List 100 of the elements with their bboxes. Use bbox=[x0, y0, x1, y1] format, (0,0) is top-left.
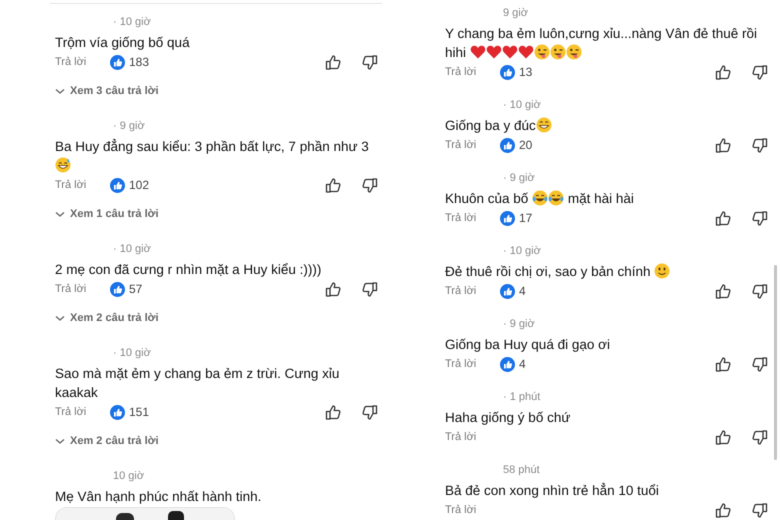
like-count: 4 bbox=[519, 356, 526, 373]
wink-emoji-icon bbox=[550, 44, 566, 60]
comment-time: · 9 giờ bbox=[503, 317, 535, 332]
thumbs-down-icon bbox=[361, 404, 378, 420]
comment-time: 58 phút bbox=[503, 463, 540, 478]
like-count: 20 bbox=[519, 137, 532, 154]
comment-text: Ba Huy đẳng sau kiểu: 3 phần bất lực, 7 phần như 3 bbox=[55, 137, 378, 175]
reply-link[interactable]: Trả lời bbox=[445, 428, 500, 446]
comment-time: · 10 giờ bbox=[503, 244, 541, 259]
like-reaction-icon bbox=[500, 64, 515, 80]
thumbs-up-icon bbox=[715, 282, 732, 300]
dislike-button[interactable] bbox=[361, 54, 378, 70]
reply-link[interactable]: Trả lời bbox=[445, 64, 500, 80]
smile-emoji-icon bbox=[654, 263, 670, 279]
like-reaction-icon bbox=[500, 284, 515, 298]
like-button[interactable] bbox=[325, 404, 342, 420]
like-count: 183 bbox=[129, 54, 150, 71]
like-reaction-icon bbox=[110, 404, 125, 420]
wink-emoji-icon bbox=[534, 44, 550, 60]
like-button[interactable] bbox=[715, 210, 732, 226]
comment-time: · 10 giờ bbox=[113, 15, 151, 30]
reply-link[interactable]: Trả lời bbox=[55, 404, 110, 420]
comment-text: Đẻ thuê rồi chị ơi, sao y bản chính bbox=[445, 262, 768, 281]
comment-text: Y chang ba ẻm luôn,cưng xỉu...nàng Vân đẻ thuê rồi hihi bbox=[445, 25, 758, 62]
chevron-down-icon bbox=[55, 438, 65, 444]
like-button[interactable] bbox=[715, 502, 732, 518]
like-button[interactable] bbox=[715, 136, 732, 154]
thumbs-up-icon bbox=[715, 210, 732, 226]
comment-time: · 10 giờ bbox=[503, 98, 541, 113]
laugh-emoji-icon bbox=[548, 190, 564, 206]
thumbs-up-icon bbox=[715, 502, 732, 518]
comment-time: · 1 phút bbox=[503, 390, 540, 405]
like-reaction-icon bbox=[500, 138, 515, 152]
wink-emoji-icon bbox=[566, 44, 582, 60]
thumbs-up-icon bbox=[715, 356, 732, 372]
thumbs-down-icon bbox=[751, 356, 768, 372]
view-replies-link[interactable]: Xem 1 câu trả lời bbox=[55, 202, 159, 226]
reply-link[interactable]: Trả lời bbox=[445, 356, 500, 372]
heart-icon bbox=[486, 44, 502, 60]
thumbs-down-icon bbox=[751, 502, 768, 518]
view-replies-link[interactable]: Xem 2 câu trả lời bbox=[55, 429, 159, 453]
dislike-button[interactable] bbox=[361, 176, 378, 194]
thumbs-up-icon bbox=[325, 404, 342, 420]
like-count: 17 bbox=[519, 210, 532, 227]
comment-time: · 10 giờ bbox=[113, 346, 151, 361]
view-replies-link[interactable]: Xem 2 câu trả lời bbox=[55, 306, 159, 330]
view-replies-link[interactable]: Xem 3 câu trả lời bbox=[55, 79, 159, 103]
like-reaction-icon bbox=[500, 210, 515, 226]
comment-text: Mẹ Vân hạnh phúc nhất hành tinh. bbox=[55, 488, 262, 506]
like-button[interactable] bbox=[325, 280, 342, 298]
comment-time: 9 giờ bbox=[503, 6, 528, 21]
thumbs-up-icon bbox=[325, 280, 342, 298]
thumbs-down-icon bbox=[751, 64, 768, 80]
dislike-button[interactable] bbox=[361, 404, 378, 420]
dislike-button[interactable] bbox=[751, 282, 768, 300]
reply-link[interactable]: Trả lời bbox=[445, 210, 500, 226]
dislike-button[interactable] bbox=[751, 428, 768, 446]
comment-text: Haha giống ý bố chứ bbox=[445, 409, 572, 427]
like-button[interactable] bbox=[715, 428, 732, 446]
like-button[interactable] bbox=[715, 356, 732, 372]
sweat-smile-emoji-icon bbox=[55, 157, 71, 173]
comment-text: Trộm vía giống bố quá bbox=[55, 34, 191, 52]
reply-link[interactable]: Trả lời bbox=[55, 54, 110, 70]
like-count: 4 bbox=[519, 283, 526, 300]
thumbs-down-icon bbox=[361, 280, 378, 298]
dislike-button[interactable] bbox=[751, 356, 768, 372]
heart-icon bbox=[502, 44, 518, 60]
chevron-down-icon bbox=[55, 314, 65, 322]
reply-link[interactable]: Trả lời bbox=[445, 136, 500, 154]
like-count: 13 bbox=[519, 64, 532, 81]
comment-time: · 10 giờ bbox=[113, 242, 151, 257]
comment-time: · 9 giờ bbox=[503, 171, 535, 186]
heart-icon bbox=[470, 44, 486, 60]
like-reaction-icon bbox=[500, 356, 515, 372]
like-reaction-icon bbox=[110, 54, 125, 70]
dislike-button[interactable] bbox=[751, 502, 768, 518]
dislike-button[interactable] bbox=[751, 210, 768, 226]
reply-link[interactable]: Trả lời bbox=[55, 280, 110, 298]
comment-time: 10 giờ bbox=[113, 469, 144, 484]
dislike-button[interactable] bbox=[361, 280, 378, 298]
comment-time: · 9 giờ bbox=[113, 119, 145, 134]
thumbs-up-icon bbox=[715, 64, 732, 80]
reply-link[interactable]: Trả lời bbox=[445, 282, 500, 300]
like-button[interactable] bbox=[715, 282, 732, 300]
thumbs-down-icon bbox=[361, 176, 378, 194]
comment-text: Khuôn của bố mặt hài hài bbox=[445, 189, 635, 208]
dislike-button[interactable] bbox=[751, 64, 768, 80]
thumbs-up-icon bbox=[325, 54, 342, 70]
reply-link[interactable]: Trả lời bbox=[445, 502, 500, 518]
like-button[interactable] bbox=[325, 176, 342, 194]
dislike-button[interactable] bbox=[751, 136, 768, 154]
heart-icon bbox=[518, 44, 534, 60]
like-button[interactable] bbox=[325, 54, 342, 70]
thumbs-down-icon bbox=[751, 428, 768, 446]
reply-link[interactable]: Trả lời bbox=[55, 176, 110, 194]
like-button[interactable] bbox=[715, 64, 732, 80]
comment-text: 2 mẹ con đã cưng r nhìn mặt a Huy kiểu :)))) bbox=[55, 261, 322, 279]
thumbs-up-icon bbox=[715, 136, 732, 154]
like-count: 57 bbox=[129, 281, 142, 298]
like-count: 151 bbox=[129, 404, 150, 421]
